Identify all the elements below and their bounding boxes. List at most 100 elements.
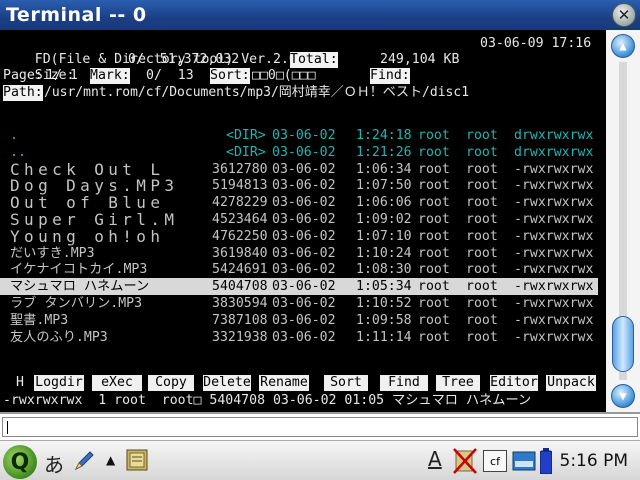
fkey-find[interactable]: Find <box>380 375 428 391</box>
file-time: 1:07:10 <box>356 228 412 244</box>
file-group: root <box>466 262 498 278</box>
fkey-exec[interactable]: eXec <box>92 375 142 391</box>
file-row[interactable]: . <DIR> 03-06-02 1:24:18 root root drwxrwxrwx <box>0 127 598 144</box>
terminal-app-button[interactable] <box>124 447 150 473</box>
file-row[interactable]: Dog Days.MP3 5194813 03-06-02 1:07:50 root ro… <box>0 177 598 194</box>
file-date: 03-06-02 <box>272 195 336 211</box>
fkey-sort[interactable]: Sort <box>324 375 368 391</box>
file-perm: -rwxrwxrwx <box>514 195 594 211</box>
file-size: 3612780 <box>212 161 268 177</box>
file-date: 03-06-02 <box>272 228 336 244</box>
file-date: 03-06-02 <box>272 161 336 177</box>
file-name: Super Girl.M <box>10 210 179 229</box>
fkey-logdir[interactable]: Logdir <box>34 375 84 391</box>
file-perm: -rwxrwxrwx <box>514 228 594 244</box>
file-group: root <box>466 178 498 194</box>
file-group: root <box>466 245 498 261</box>
file-name: . <box>10 128 18 143</box>
file-name: マシュマロ ハネムーン <box>10 279 150 295</box>
file-size: <DIR> <box>226 128 266 143</box>
file-owner: root <box>418 262 450 278</box>
scroll-down-button[interactable]: ▼ <box>611 384 635 408</box>
file-group: root <box>466 128 498 143</box>
file-row[interactable]: 聖書.MP3 7387108 03-06-02 1:09:58 root root -rwx… <box>0 312 598 329</box>
file-date: 03-06-02 <box>272 312 336 328</box>
input-line <box>0 412 640 440</box>
q-menu-button[interactable]: Q <box>3 445 37 479</box>
file-size: 7387108 <box>212 312 268 328</box>
cf-card-icon[interactable]: cf <box>483 450 507 472</box>
file-row[interactable]: だいすき.MP3 3619840 03-06-02 1:10:24 root root -r… <box>0 245 598 262</box>
pen-icon[interactable] <box>72 449 96 473</box>
file-time: 1:05:34 <box>356 279 412 295</box>
file-owner: root <box>418 279 450 295</box>
close-icon: ✕ <box>617 6 631 24</box>
fd-header-line: FD(File & Directory tool) Ver.2.03b <box>3 36 313 67</box>
file-row[interactable]: イケナイコトカイ.MP3 5424691 03-06-02 1:08:30 root ro… <box>0 261 598 278</box>
fkey-editor[interactable]: Editor <box>490 375 538 391</box>
file-size: 4762250 <box>212 228 268 244</box>
file-name: .. <box>10 144 26 160</box>
sd-card-icon[interactable] <box>512 450 536 472</box>
volume-icon[interactable] <box>452 447 478 475</box>
sort-label: Sort: <box>210 68 250 84</box>
command-input[interactable] <box>2 417 638 437</box>
file-date: 03-06-02 <box>272 212 336 227</box>
vertical-scrollbar[interactable]: ▲ ▼ <box>606 30 640 412</box>
file-row[interactable]: ラブ タンバリン.MP3 3830594 03-06-02 1:10:52 root ro… <box>0 295 598 312</box>
file-name: Check Out L <box>10 159 165 179</box>
file-date: 03-06-02 <box>272 128 336 143</box>
file-date: 03-06-02 <box>272 245 336 261</box>
cf-label: cf <box>490 454 500 468</box>
file-perm: -rwxrwxrwx <box>514 279 594 295</box>
path-value: /usr/mnt.rom/cf/Documents/mp3/岡村靖幸／ＯＨ！ベス… <box>44 85 470 100</box>
clock: 5:16 PM <box>559 451 629 471</box>
file-perm: -rwxrwxrwx <box>514 329 594 345</box>
file-date: 03-06-02 <box>272 296 336 311</box>
taskbar: Q あ ▲ A cf 5:16 PM <box>0 440 640 480</box>
scroll-up-button[interactable]: ▲ <box>611 34 635 58</box>
file-row[interactable]: Check Out L 3612780 03-06-02 1:06:34 root roo… <box>0 161 598 178</box>
file-date: 03-06-02 <box>272 262 336 278</box>
ime-label: あ <box>44 453 64 477</box>
input-panel-toggle[interactable]: ▲ <box>106 453 115 467</box>
scroll-thumb[interactable] <box>612 316 634 372</box>
arrow-down-icon: ▼ <box>619 389 627 403</box>
file-date: 03-06-02 <box>272 329 336 345</box>
file-group: root <box>466 212 498 227</box>
file-perm: -rwxrwxrwx <box>514 245 594 261</box>
file-time: 1:10:52 <box>356 296 412 311</box>
file-group: root <box>466 161 498 177</box>
file-time: 1:06:34 <box>356 161 412 177</box>
file-date: 03-06-02 <box>272 279 336 295</box>
file-time: 1:09:58 <box>356 312 412 328</box>
file-owner: root <box>418 296 450 311</box>
keyboard-layout-button[interactable]: A <box>428 447 442 471</box>
file-row[interactable]: .. <DIR> 03-06-02 1:21:26 root root drwxrwxrwx <box>0 144 598 161</box>
file-row[interactable]: Super Girl.M 4523464 03-06-02 1:09:02 root ro… <box>0 211 598 228</box>
ime-button[interactable]: あ <box>44 449 64 478</box>
fkey-tree[interactable]: Tree <box>436 375 480 391</box>
q-logo-icon: Q <box>10 449 30 475</box>
file-perm: -rwxrwxrwx <box>514 312 594 328</box>
file-owner: root <box>418 195 450 211</box>
file-time: 1:21:26 <box>356 144 412 160</box>
fkey-unpack[interactable]: Unpack <box>546 375 596 391</box>
fkey-delete[interactable]: Delete <box>203 375 251 391</box>
close-button[interactable]: ✕ <box>612 3 636 27</box>
fkey-rename[interactable]: Rename <box>259 375 309 391</box>
terminal-screen[interactable]: FD(File & Directory tool) Ver.2.03b 03-0… <box>0 30 606 412</box>
fkey-copy[interactable]: Copy <box>148 375 194 391</box>
file-row[interactable]: Young oh!oh 4762250 03-06-02 1:07:10 root roo… <box>0 228 598 245</box>
file-name: Dog Days.MP3 <box>10 176 179 196</box>
file-size: 4278229 <box>212 195 268 211</box>
file-row[interactable]: 友人のふり.MP3 3321938 03-06-02 1:11:14 root root -… <box>0 329 598 346</box>
fd-datetime: 03-06-09 17:16 <box>480 36 592 51</box>
file-perm: -rwxrwxrwx <box>514 178 594 194</box>
file-row[interactable]: Out of Blue 4278229 03-06-02 1:06:06 root roo… <box>0 194 598 211</box>
battery-icon[interactable] <box>540 448 552 474</box>
file-row[interactable]: マシュマロ ハネムーン 5404708 03-06-02 1:05:34 root roo… <box>0 278 598 296</box>
arrow-up-icon: ▲ <box>106 453 116 467</box>
total-value: 249,104 KB <box>380 52 460 67</box>
file-name: ラブ タンバリン.MP3 <box>10 296 143 311</box>
